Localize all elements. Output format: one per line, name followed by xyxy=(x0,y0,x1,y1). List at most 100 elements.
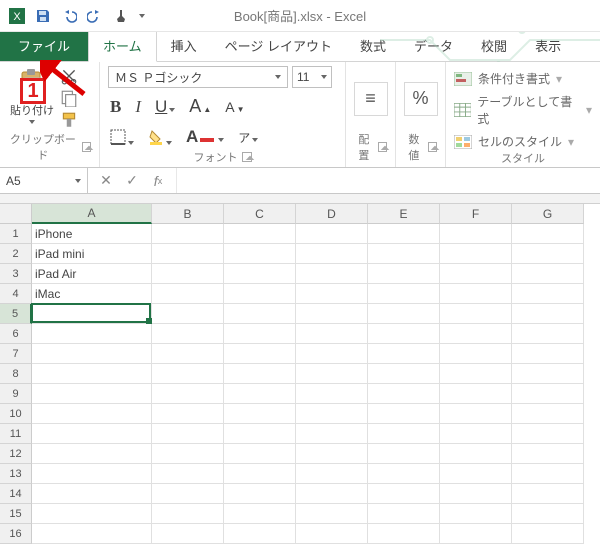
cell[interactable] xyxy=(368,244,440,264)
column-header[interactable]: A xyxy=(32,204,152,224)
cell[interactable] xyxy=(512,264,584,284)
cell[interactable] xyxy=(368,524,440,544)
cell[interactable] xyxy=(296,384,368,404)
cell[interactable] xyxy=(440,484,512,504)
cell[interactable] xyxy=(224,384,296,404)
cell[interactable] xyxy=(32,504,152,524)
number-dialog-launcher-icon[interactable] xyxy=(428,142,437,152)
cell[interactable] xyxy=(296,264,368,284)
cell[interactable] xyxy=(368,464,440,484)
cell[interactable] xyxy=(152,404,224,424)
cell[interactable] xyxy=(512,284,584,304)
cell[interactable] xyxy=(224,244,296,264)
tab-view[interactable]: 表示 xyxy=(521,30,575,61)
cell[interactable] xyxy=(368,364,440,384)
cell[interactable] xyxy=(32,324,152,344)
cell[interactable] xyxy=(224,484,296,504)
alignment-dialog-launcher-icon[interactable] xyxy=(378,142,387,152)
cell[interactable] xyxy=(512,364,584,384)
cell[interactable] xyxy=(32,344,152,364)
cell[interactable] xyxy=(224,344,296,364)
cell[interactable] xyxy=(512,524,584,544)
row-header[interactable]: 3 xyxy=(0,264,32,284)
column-header[interactable]: D xyxy=(296,204,368,224)
cell-styles-button[interactable]: セルのスタイル▾ xyxy=(454,133,592,150)
cell[interactable] xyxy=(152,344,224,364)
format-as-table-button[interactable]: テーブルとして書式▾ xyxy=(454,93,592,127)
cell[interactable] xyxy=(512,444,584,464)
cell[interactable] xyxy=(512,224,584,244)
cut-icon[interactable] xyxy=(60,68,78,84)
cell[interactable]: iPad Air xyxy=(32,264,152,284)
font-color-button[interactable]: A xyxy=(186,127,224,147)
cell[interactable] xyxy=(296,284,368,304)
cell[interactable] xyxy=(440,304,512,324)
row-header[interactable]: 8 xyxy=(0,364,32,384)
cell[interactable] xyxy=(296,244,368,264)
cell[interactable] xyxy=(296,404,368,424)
cell[interactable] xyxy=(440,244,512,264)
cell[interactable] xyxy=(32,384,152,404)
cancel-formula-icon[interactable]: ✕ xyxy=(96,171,116,191)
select-all-corner[interactable] xyxy=(0,204,32,224)
cell[interactable] xyxy=(512,464,584,484)
cell[interactable] xyxy=(224,504,296,524)
cell[interactable] xyxy=(296,504,368,524)
cell[interactable] xyxy=(512,424,584,444)
cell[interactable] xyxy=(368,224,440,244)
format-painter-icon[interactable] xyxy=(60,112,78,128)
font-name-combo[interactable]: ＭＳ Ｐゴシック xyxy=(108,66,288,88)
cell[interactable] xyxy=(224,304,296,324)
shrink-font-button[interactable]: A▼ xyxy=(225,99,244,115)
tab-review[interactable]: 校閲 xyxy=(467,30,521,61)
cell[interactable] xyxy=(512,484,584,504)
cell[interactable] xyxy=(512,384,584,404)
tab-data[interactable]: データ xyxy=(400,30,467,61)
alignment-button[interactable]: ≡ xyxy=(354,82,388,116)
cell[interactable] xyxy=(512,304,584,324)
cell[interactable] xyxy=(296,424,368,444)
cell[interactable] xyxy=(224,284,296,304)
cell[interactable] xyxy=(32,364,152,384)
cell[interactable] xyxy=(440,284,512,304)
cell[interactable] xyxy=(152,244,224,264)
row-header[interactable]: 12 xyxy=(0,444,32,464)
cell[interactable] xyxy=(152,524,224,544)
cell[interactable] xyxy=(296,444,368,464)
cell[interactable] xyxy=(296,484,368,504)
cell[interactable] xyxy=(224,264,296,284)
cell[interactable] xyxy=(32,464,152,484)
tab-page-layout[interactable]: ページ レイアウト xyxy=(211,30,346,61)
column-header[interactable]: G xyxy=(512,204,584,224)
row-header[interactable]: 1 xyxy=(0,224,32,244)
cell[interactable] xyxy=(152,364,224,384)
tab-insert[interactable]: 挿入 xyxy=(157,30,211,61)
cell[interactable] xyxy=(440,464,512,484)
cell[interactable] xyxy=(440,324,512,344)
cell[interactable] xyxy=(440,504,512,524)
cell[interactable] xyxy=(296,524,368,544)
grow-font-button[interactable]: A▲ xyxy=(189,96,211,117)
tab-formulas[interactable]: 数式 xyxy=(346,30,400,61)
cell[interactable] xyxy=(368,284,440,304)
cell[interactable] xyxy=(368,444,440,464)
cell[interactable] xyxy=(296,324,368,344)
cell[interactable] xyxy=(32,524,152,544)
row-header[interactable]: 10 xyxy=(0,404,32,424)
cell[interactable] xyxy=(296,364,368,384)
row-header[interactable]: 9 xyxy=(0,384,32,404)
cell[interactable] xyxy=(152,284,224,304)
cell[interactable] xyxy=(224,524,296,544)
border-button[interactable] xyxy=(110,129,134,145)
cell[interactable] xyxy=(512,244,584,264)
cell[interactable] xyxy=(224,444,296,464)
cell[interactable] xyxy=(368,264,440,284)
cell[interactable] xyxy=(368,304,440,324)
cell[interactable] xyxy=(368,504,440,524)
cell[interactable] xyxy=(152,324,224,344)
cell[interactable] xyxy=(368,344,440,364)
italic-button[interactable]: I xyxy=(135,97,141,117)
cell[interactable] xyxy=(152,264,224,284)
cell[interactable] xyxy=(224,404,296,424)
row-header[interactable]: 5 xyxy=(0,304,32,324)
